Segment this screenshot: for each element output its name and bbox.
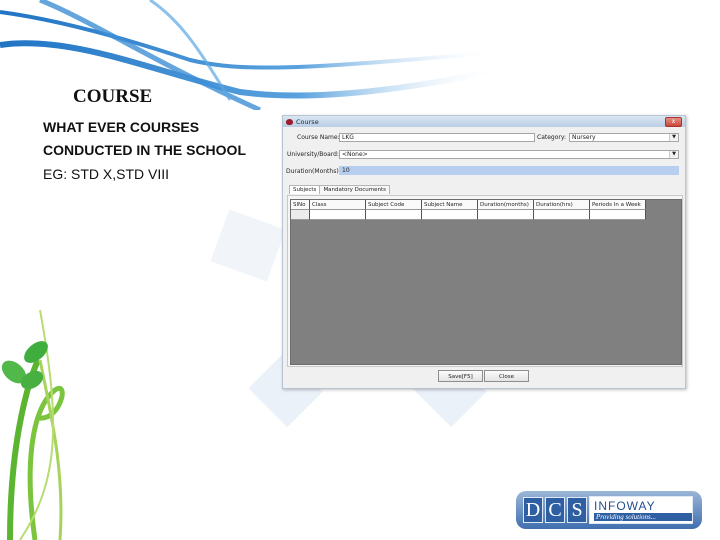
grid-header: SlNo Class Subject Code Subject Name Dur… (291, 200, 646, 210)
category-select[interactable]: Nursery ▼ (569, 133, 679, 142)
dialog-title: Course (296, 117, 319, 126)
save-button[interactable]: Save[F5] (438, 370, 483, 382)
tab-subjects[interactable]: Subjects (289, 185, 321, 194)
course-name-input[interactable]: LKG (339, 133, 535, 142)
close-window-button[interactable]: x (665, 117, 682, 127)
grid-cell[interactable] (366, 210, 422, 220)
logo-tagline: Providing solutions... (594, 512, 692, 521)
course-dialog: Course x Course Name: LKG Category: Nurs… (282, 115, 686, 389)
table-row[interactable] (291, 210, 646, 220)
column-header[interactable]: SlNo (291, 200, 310, 210)
logo-letter: S (567, 497, 587, 523)
logo-brand: INFOWAY (594, 498, 656, 513)
dialog-buttons: Save[F5] Close (438, 370, 530, 382)
slide-text-line: CONDUCTED IN THE SCHOOL (43, 142, 246, 158)
logo-letter: C (545, 497, 565, 523)
grid-cell[interactable] (478, 210, 534, 220)
subjects-grid[interactable]: SlNo Class Subject Code Subject Name Dur… (290, 199, 682, 365)
grid-cell[interactable] (422, 210, 478, 220)
column-header[interactable]: Duration(months) (478, 200, 534, 210)
column-header[interactable]: Subject Name (422, 200, 478, 210)
chevron-down-icon[interactable]: ▼ (669, 134, 678, 141)
chevron-down-icon[interactable]: ▼ (669, 151, 678, 158)
app-icon (286, 118, 293, 125)
close-button[interactable]: Close (484, 370, 529, 382)
duration-months-label: Duration(Months): (286, 168, 341, 175)
university-board-select[interactable]: <None> ▼ (339, 150, 679, 159)
tab-bar: Subjects Mandatory Documents (289, 185, 391, 194)
dcs-infoway-logo: D C S INFOWAY Providing solutions... (516, 491, 702, 529)
course-name-label: Course Name: (297, 134, 340, 141)
column-header[interactable]: Periods In a Week (590, 200, 646, 210)
tab-mandatory-documents[interactable]: Mandatory Documents (319, 185, 391, 194)
column-header[interactable]: Class (310, 200, 366, 210)
grid-cell[interactable] (310, 210, 366, 220)
logo-letter: D (523, 497, 543, 523)
category-label: Category: (537, 134, 566, 141)
category-value: Nursery (572, 134, 596, 141)
subjects-panel: SlNo Class Subject Code Subject Name Dur… (287, 195, 683, 367)
dialog-titlebar[interactable]: Course x (283, 116, 685, 127)
university-board-value: <None> (342, 151, 368, 158)
grid-cell[interactable] (590, 210, 646, 220)
logo-brand-panel: INFOWAY Providing solutions... (589, 496, 693, 524)
university-board-label: University/Board: (287, 151, 339, 158)
slide-title: COURSE (73, 86, 153, 107)
plant-decoration (1, 309, 65, 540)
column-header[interactable]: Subject Code (366, 200, 422, 210)
faded-card-decoration (210, 209, 286, 282)
slide-text-line: WHAT EVER COURSES (43, 119, 200, 135)
duration-months-input[interactable]: 10 (339, 166, 679, 175)
slide-text-line: EG: STD X,STD VIII (43, 166, 170, 182)
grid-cell[interactable] (291, 210, 310, 220)
column-header[interactable]: Duration(hrs) (534, 200, 590, 210)
grid-cell[interactable] (534, 210, 590, 220)
